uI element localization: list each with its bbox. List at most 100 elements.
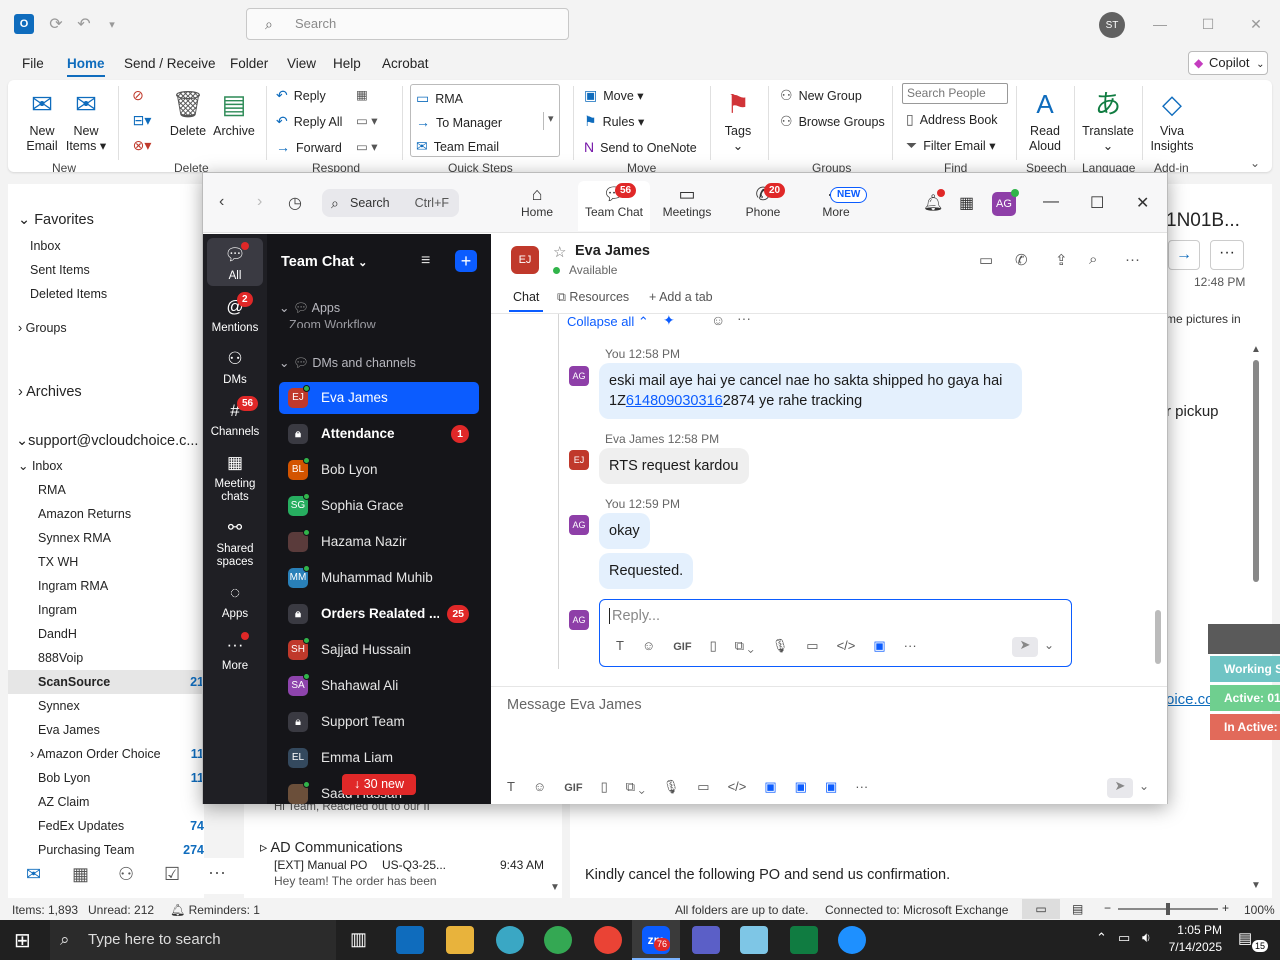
undo-icon[interactable]: ↶ bbox=[74, 14, 94, 34]
zoom-tab-home[interactable]: ⌂ Home bbox=[503, 181, 571, 231]
chat-list-item[interactable]: 🔒︎ Attendance 1 bbox=[279, 418, 479, 450]
menu-tab-home[interactable]: Home bbox=[67, 56, 105, 77]
sync-icon[interactable]: ⟳ bbox=[46, 14, 66, 34]
message-item-subject[interactable]: [EXT] Manual PO bbox=[274, 858, 367, 872]
scroll-up-icon[interactable]: ▲ bbox=[1251, 344, 1261, 355]
app-integration-icon[interactable]: ▣ bbox=[764, 779, 776, 795]
rail-dms[interactable]: ⚇ DMs bbox=[207, 348, 263, 387]
rules-button[interactable]: ⚑ Rules ▾ bbox=[584, 113, 644, 130]
more-apps-icon[interactable]: ··· bbox=[208, 862, 226, 883]
zoom-in-icon[interactable]: + bbox=[1222, 901, 1229, 915]
message-bubble[interactable]: Requested. bbox=[599, 553, 694, 589]
taskbar-search[interactable]: ⌕ Type here to search bbox=[50, 920, 336, 960]
subtab-add-tab[interactable]: + Add a tab bbox=[649, 290, 713, 304]
new-items-button[interactable]: ✉ New Items ▾ bbox=[64, 88, 108, 154]
volume-icon[interactable]: 🔉︎ bbox=[1142, 929, 1151, 946]
chat-list-item[interactable]: SA Shahawal Ali bbox=[279, 670, 479, 702]
send-reply-icon[interactable]: ➤ bbox=[1012, 637, 1038, 657]
task-view-icon[interactable]: ▥ bbox=[350, 929, 367, 950]
send-icon[interactable]: ➤ bbox=[1107, 778, 1133, 798]
menu-tab-send-receive[interactable]: Send / Receive bbox=[124, 56, 216, 71]
folder-fav-inbox[interactable]: Inbox bbox=[30, 234, 204, 258]
tracking-link[interactable]: 614809030316 bbox=[626, 393, 723, 409]
folder-item[interactable]: ScanSource 21 bbox=[8, 670, 204, 694]
search-people-input[interactable]: Search People bbox=[902, 83, 1008, 104]
folder-item[interactable]: Ingram bbox=[8, 598, 204, 622]
zoom-tab-phone[interactable]: ✆ Phone bbox=[729, 181, 797, 231]
chat-scrollbar[interactable] bbox=[1155, 610, 1161, 664]
subtab-resources[interactable]: ⧉ Resources bbox=[557, 290, 629, 305]
tags-button[interactable]: ⚑ Tags ⌄ bbox=[720, 88, 756, 154]
tasks-icon[interactable]: ☑ bbox=[164, 864, 180, 885]
taskbar-zoom-active[interactable]: zm 76 bbox=[632, 920, 680, 960]
folder-item[interactable]: AZ Claim bbox=[8, 790, 204, 814]
archives-header[interactable]: › Archives bbox=[18, 380, 204, 404]
chat-list-title[interactable]: Team Chat ⌄ bbox=[281, 254, 367, 270]
quick-step-to-manager[interactable]: → To Manager bbox=[416, 114, 502, 130]
delete-button[interactable]: 🗑 Delete bbox=[168, 88, 208, 139]
forward-arrow-button[interactable]: → bbox=[1168, 240, 1200, 270]
folder-item[interactable]: Bob Lyon 11 bbox=[8, 766, 204, 790]
reply-button[interactable]: ↶ Reply bbox=[276, 87, 326, 104]
chat-list-item[interactable]: EJ Eva James bbox=[279, 382, 479, 414]
more-icon[interactable]: ··· bbox=[904, 638, 917, 653]
video-call-icon[interactable]: ▭ bbox=[979, 251, 999, 271]
send-options-icon[interactable]: ⌄ bbox=[1044, 638, 1054, 652]
reply-all-button[interactable]: ↶ Reply All bbox=[276, 113, 342, 130]
contact-name[interactable]: Eva James bbox=[575, 243, 650, 259]
scroll-down-icon[interactable]: ▼ bbox=[550, 882, 560, 893]
taskbar-chrome-profile-icon[interactable] bbox=[594, 926, 622, 954]
status-reminders[interactable]: 🔔︎ Reminders: 1 bbox=[170, 903, 260, 917]
taskbar-app-icon[interactable] bbox=[740, 926, 768, 954]
outlook-search-box[interactable]: ⌕ Search bbox=[246, 8, 569, 40]
mail-icon[interactable]: ✉ bbox=[26, 864, 41, 885]
chat-list-item[interactable]: SH Sajjad Hussain bbox=[279, 634, 479, 666]
chat-list-item[interactable]: BL Bob Lyon bbox=[279, 454, 479, 486]
chat-list-item[interactable]: 🔒︎ Support Team bbox=[279, 706, 479, 738]
rail-more[interactable]: ··· More bbox=[207, 634, 263, 673]
app-integration-icon[interactable]: ▣ bbox=[873, 638, 885, 654]
file-icon[interactable]: ▯ bbox=[601, 779, 608, 795]
tray-chevron-icon[interactable]: ⌃ bbox=[1096, 930, 1107, 946]
browse-groups-button[interactable]: ⚇ Browse Groups bbox=[780, 113, 885, 130]
menu-tab-acrobat[interactable]: Acrobat bbox=[382, 56, 429, 71]
chat-list-item[interactable]: Hazama Nazir bbox=[279, 526, 479, 558]
quick-step-rma[interactable]: ▭ RMA bbox=[416, 90, 463, 107]
gif-icon[interactable]: GIF bbox=[673, 641, 691, 653]
network-icon[interactable]: ▭ bbox=[1118, 930, 1130, 946]
collapse-all-link[interactable]: Collapse all ⌃ bbox=[567, 314, 649, 330]
filter-icon[interactable]: ≡ bbox=[421, 252, 430, 270]
favorites-header[interactable]: ⌄ Favorites bbox=[18, 208, 204, 232]
address-book-button[interactable]: ▯ Address Book bbox=[906, 111, 998, 128]
expand-chevron-icon[interactable]: › bbox=[30, 747, 37, 761]
normal-view-icon[interactable]: ▭ bbox=[1022, 899, 1060, 919]
rail-all[interactable]: 💬︎ All bbox=[207, 238, 263, 286]
chat-list-item[interactable]: 🔒︎ Orders Realated ... 25 bbox=[279, 598, 479, 630]
search-icon[interactable]: ⌕ bbox=[1089, 251, 1109, 271]
history-icon[interactable]: ◷ bbox=[288, 193, 302, 213]
zoom-out-icon[interactable]: − bbox=[1104, 901, 1111, 915]
folder-item[interactable]: Synnex RMA bbox=[8, 526, 204, 550]
new-email-button[interactable]: ✉ New Email bbox=[22, 88, 62, 154]
close-icon[interactable]: ✕ bbox=[1136, 193, 1156, 213]
video-message-icon[interactable]: ▭ bbox=[806, 638, 818, 654]
folder-item[interactable]: Ingram RMA bbox=[8, 574, 204, 598]
apps-section-header[interactable]: ⌄ 💬︎ Apps bbox=[279, 300, 340, 316]
reading-pane-scrollbar[interactable]: ▲ ▼ bbox=[1250, 344, 1262, 892]
ignore-icon[interactable]: ⊘ bbox=[128, 86, 148, 104]
junk-icon[interactable]: ⊗▾ bbox=[128, 136, 156, 154]
folder-item[interactable]: Amazon Returns bbox=[8, 502, 204, 526]
new-messages-pill[interactable]: ↓ 30 new bbox=[342, 774, 416, 795]
folder-item[interactable]: Eva James bbox=[8, 718, 204, 742]
taskbar-time[interactable]: 1:05 PM bbox=[1170, 923, 1222, 937]
folder-item[interactable]: DandH bbox=[8, 622, 204, 646]
folder-fav-deleted[interactable]: Deleted Items bbox=[30, 282, 204, 306]
code-icon[interactable]: </> bbox=[728, 779, 747, 794]
menu-tab-view[interactable]: View bbox=[287, 56, 316, 71]
forward-icon[interactable]: › bbox=[257, 193, 262, 211]
people-icon[interactable]: ⚇ bbox=[118, 864, 134, 885]
folder-item[interactable]: › Amazon Order Choice 11 bbox=[8, 742, 204, 766]
taskbar-date[interactable]: 7/14/2025 bbox=[1160, 940, 1222, 954]
folder-fav-sent[interactable]: Sent Items bbox=[30, 258, 204, 282]
quick-steps-expand-icon[interactable]: ▾ bbox=[543, 112, 554, 130]
